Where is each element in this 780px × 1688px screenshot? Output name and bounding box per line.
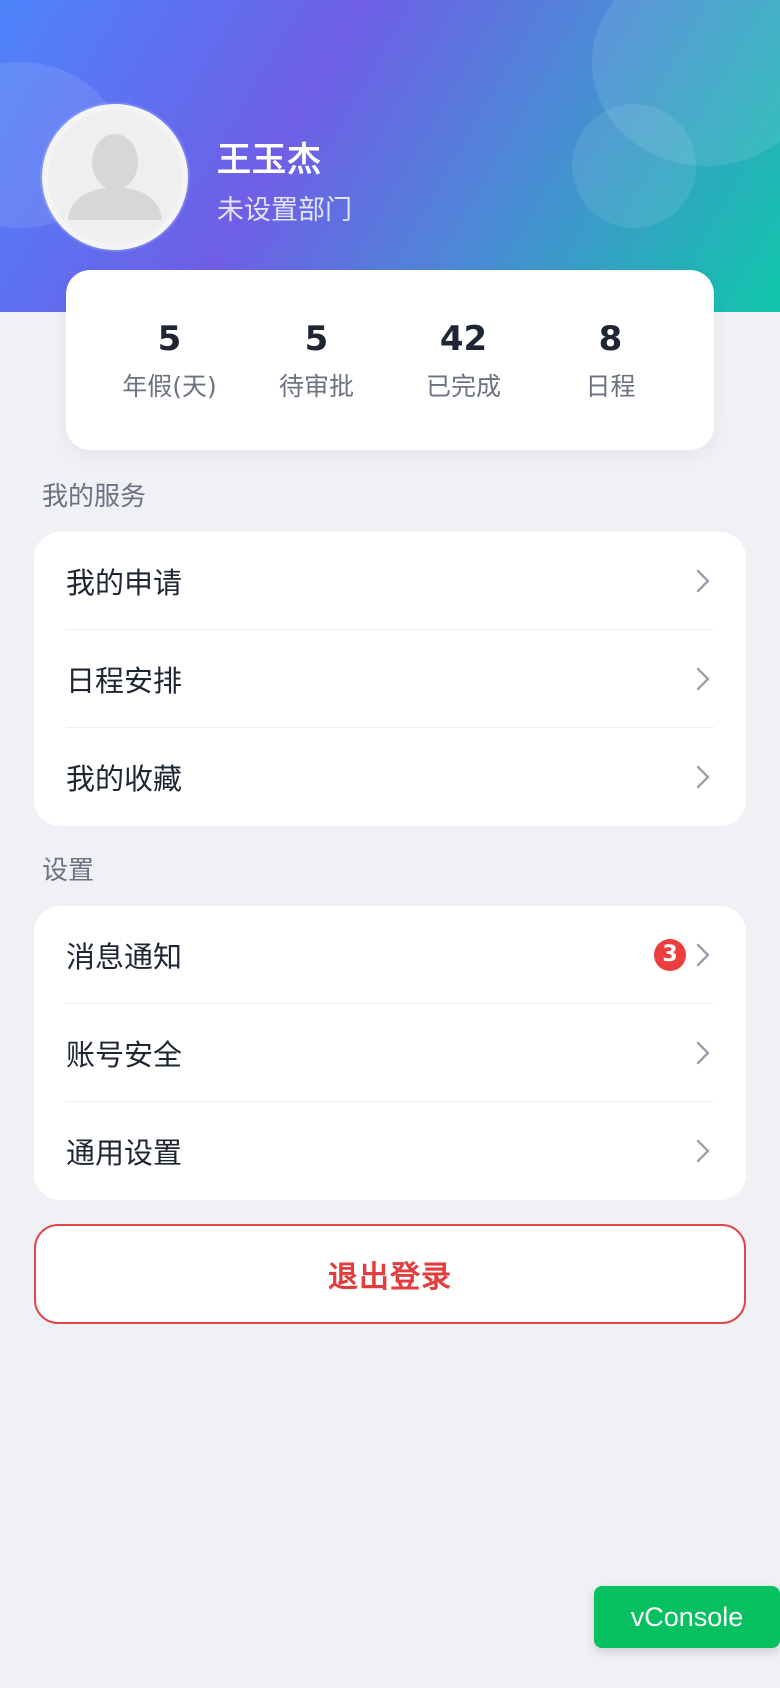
menu-item-notifications[interactable]: 消息通知 3: [66, 906, 714, 1004]
avatar[interactable]: [42, 104, 188, 250]
chevron-right-icon: [692, 665, 714, 693]
stat-completed[interactable]: 42 已完成: [390, 317, 537, 403]
section-title-services: 我的服务: [42, 482, 147, 512]
settings-card: 消息通知 3 账号安全 通用设置: [34, 906, 746, 1200]
menu-item-label: 日程安排: [66, 663, 183, 698]
chevron-right-icon: [692, 941, 714, 969]
decor-bubble: [572, 104, 696, 228]
stat-label: 年假(天): [122, 372, 217, 401]
stat-value: 5: [304, 319, 329, 359]
services-card: 我的申请 日程安排 我的收藏: [34, 532, 746, 826]
profile-header: 王玉杰 未设置部门: [0, 0, 780, 312]
stats-card: 5 年假(天) 5 待审批 42 已完成 8 日程: [66, 270, 714, 450]
stat-value: 8: [598, 319, 623, 359]
menu-item-general-settings[interactable]: 通用设置: [66, 1102, 714, 1200]
default-avatar-icon: [48, 110, 182, 244]
menu-item-account-security[interactable]: 账号安全: [66, 1004, 714, 1102]
menu-item-label: 我的申请: [66, 565, 183, 600]
stat-value: 42: [439, 319, 488, 359]
logout-button[interactable]: 退出登录: [34, 1224, 746, 1324]
section-title-settings: 设置: [42, 856, 95, 886]
menu-item-schedule[interactable]: 日程安排: [66, 630, 714, 728]
menu-item-my-applications[interactable]: 我的申请: [66, 532, 714, 630]
profile-page: 王玉杰 未设置部门 5 年假(天) 5 待审批 42 已完成 8 日程 我的服务…: [0, 0, 780, 1688]
user-department: 未设置部门: [217, 195, 352, 226]
stat-value: 5: [157, 319, 182, 359]
menu-item-favorites[interactable]: 我的收藏: [66, 728, 714, 826]
chevron-right-icon: [692, 1137, 714, 1165]
stat-label: 已完成: [425, 372, 501, 401]
chevron-right-icon: [692, 763, 714, 791]
notification-badge: 3: [654, 938, 686, 971]
chevron-right-icon: [692, 1039, 714, 1067]
stat-label: 日程: [585, 372, 636, 401]
vconsole-button[interactable]: vConsole: [594, 1586, 780, 1648]
stat-label: 待审批: [278, 372, 354, 401]
user-name: 王玉杰: [217, 140, 322, 180]
menu-item-label: 我的收藏: [66, 762, 183, 796]
stat-annual-leave[interactable]: 5 年假(天): [96, 317, 243, 403]
chevron-right-icon: [692, 567, 714, 595]
menu-item-label: 消息通知: [66, 939, 183, 974]
stat-schedule[interactable]: 8 日程: [537, 317, 684, 403]
menu-item-label: 账号安全: [66, 1037, 183, 1072]
stat-pending-approval[interactable]: 5 待审批: [243, 317, 390, 403]
menu-item-label: 通用设置: [66, 1136, 183, 1170]
